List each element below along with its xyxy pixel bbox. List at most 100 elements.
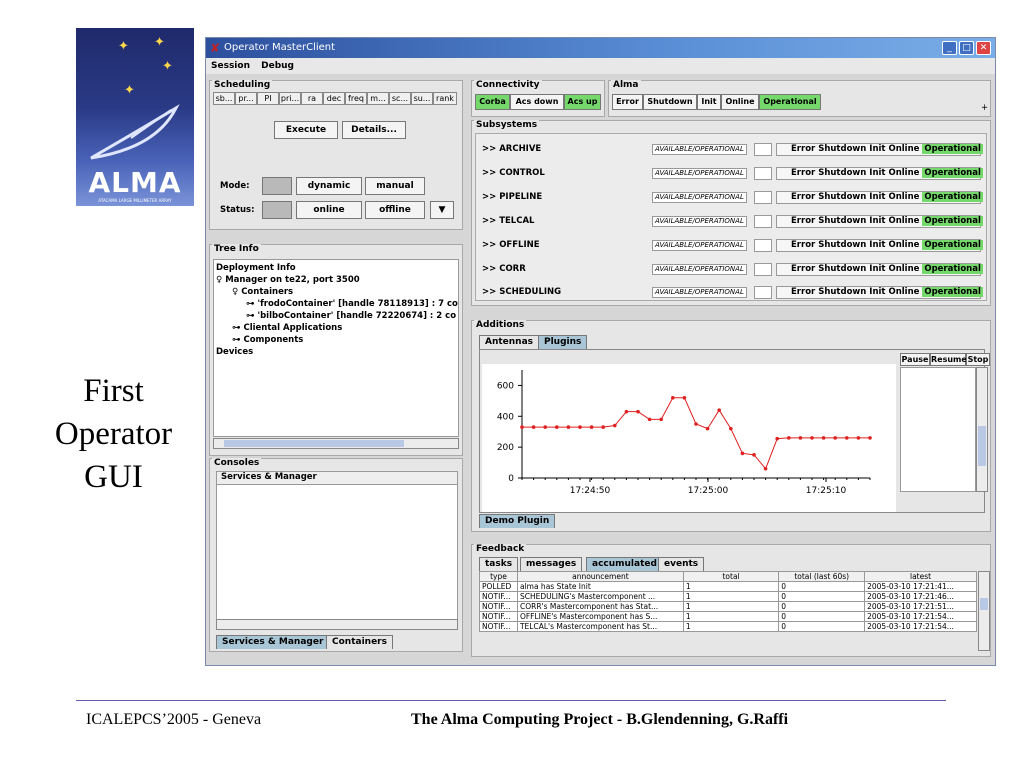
col-header[interactable]: m... [367,92,389,105]
col-header[interactable]: sc... [389,92,411,105]
tree-node[interactable]: ⊶ Components [232,335,303,346]
subsystem-controls[interactable]: Error Shutdown Init Online Operational [776,286,983,299]
table-row[interactable]: NOTIF... SCHEDULING's Mastercomponent ...… [479,591,977,602]
col-header[interactable]: freq [345,92,367,105]
subsystem-row: >> CORR AVAILABLE/OPERATIONAL Error Shut… [476,262,986,278]
online-button[interactable]: online [296,201,362,219]
close-button[interactable]: ✕ [976,41,991,55]
subsystem-name: >> ARCHIVE [482,144,542,154]
scheduling-panel: Scheduling sb... pr... PI pri... ra dec … [209,80,463,230]
execute-button[interactable]: Execute [274,121,338,139]
vertical-scrollbar[interactable] [978,571,990,651]
alma-shutdown-button[interactable]: Shutdown [643,94,697,110]
tab-events[interactable]: events [658,557,705,571]
col-header[interactable]: ra [301,92,323,105]
node-icon: ⊶ [246,311,258,321]
title-bar[interactable]: ✘ Operator MasterClient _ □ ✕ [206,38,995,58]
col-header[interactable]: total [682,571,780,582]
alma-online-button[interactable]: Online [721,94,759,110]
tree-node[interactable]: ♀ Manager on te22, port 3500 [216,275,360,286]
alma-operational-button[interactable]: Operational [759,94,821,110]
col-header[interactable]: announcement [516,571,684,582]
footer-right: The Alma Computing Project - B.Glendenni… [411,711,789,728]
tree-node[interactable]: Devices [216,347,253,358]
acs-up-indicator: Acs up [564,94,601,110]
tree-node[interactable]: ⊶ 'bilboContainer' [handle 72220674] : 2… [246,311,456,322]
tab-services-manager[interactable]: Services & Manager [216,635,330,649]
col-header[interactable]: type [479,571,518,582]
window-title: Operator MasterClient [224,42,336,53]
subsystem-controls[interactable]: Error Shutdown Init Online Operational [776,215,983,228]
alma-error-button[interactable]: Error [612,94,643,110]
stop-button[interactable]: Stop [966,353,990,366]
subsystem-controls[interactable]: Error Shutdown Init Online Operational [776,263,983,276]
col-header[interactable]: pr... [235,92,257,105]
tree-node[interactable]: ⊶ Cliental Applications [232,323,342,334]
col-header[interactable]: pri... [279,92,301,105]
col-header[interactable]: rank [433,92,457,105]
dynamic-button[interactable]: dynamic [296,177,362,195]
col-header[interactable]: total (last 60s) [778,571,866,582]
table-row[interactable]: POLLED alma has State Init 1 0 2005-03-10 17… [479,581,977,592]
tree-node[interactable]: ⊶ 'frodoContainer' [handle 78118913] : 7… [246,299,458,310]
tree-node[interactable]: ♀ Containers [232,287,293,298]
horizontal-scrollbar[interactable] [213,438,459,449]
subsystem-controls[interactable]: Error Shutdown Init Online Operational [776,191,983,204]
horizontal-scrollbar[interactable] [216,619,458,630]
data-point [775,436,779,441]
resume-button[interactable]: Resume [930,353,967,366]
scroll-thumb[interactable] [980,598,988,610]
col-header[interactable]: latest [864,571,977,582]
subsystem-controls[interactable]: Error Shutdown Init Online Operational [776,239,983,252]
tab-demo-plugin[interactable]: Demo Plugin [479,514,556,528]
col-header[interactable]: su... [411,92,433,105]
col-header[interactable]: dec [323,92,345,105]
footer-divider [76,700,946,701]
subsystem-state: AVAILABLE/OPERATIONAL [652,144,747,155]
subsystem-controls[interactable]: Error Shutdown Init Online Operational [776,143,983,156]
tab-plugins[interactable]: Plugins [538,335,588,349]
menu-debug[interactable]: Debug [261,61,294,71]
alma-init-button[interactable]: Init [697,94,721,110]
tab-accumulated[interactable]: accumulated [586,557,663,571]
offline-button[interactable]: offline [365,201,425,219]
table-row[interactable]: NOTIF... TELCAL's Mastercomponent has St.… [479,621,977,632]
subsystem-state: AVAILABLE/OPERATIONAL [652,240,747,251]
subsystem-row: >> OFFLINE AVAILABLE/OPERATIONAL Error S… [476,238,986,254]
app-icon: ✘ [210,41,221,55]
state-box [754,215,772,228]
table-row[interactable]: NOTIF... OFFLINE's Mastercomponent has S.… [479,611,977,622]
data-point [787,436,791,440]
pause-button[interactable]: Pause [900,353,930,366]
plus-icon[interactable]: + [981,103,988,114]
data-point [833,436,837,440]
data-point [555,425,559,429]
tab-tasks[interactable]: tasks [479,557,519,571]
dropdown-button[interactable]: ▼ [430,201,454,219]
scroll-thumb[interactable] [978,426,986,466]
scroll-thumb[interactable] [224,440,404,447]
logo-text: ALMA [88,166,182,199]
subsystem-list: >> ARCHIVE AVAILABLE/OPERATIONAL Error S… [475,133,987,301]
subsystem-name: >> CONTROL [482,168,545,178]
subsystem-controls[interactable]: Error Shutdown Init Online Operational [776,167,983,180]
col-header[interactable]: sb... [213,92,235,105]
data-point [520,425,524,429]
subsystem-name: >> TELCAL [482,216,535,226]
subsystem-name: >> CORR [482,264,526,274]
vertical-scrollbar[interactable] [976,367,988,492]
col-header[interactable]: PI [257,92,279,105]
tab-messages[interactable]: messages [520,557,583,571]
tab-antennas[interactable]: Antennas [479,335,540,349]
details-button[interactable]: Details... [342,121,406,139]
x-tick-label: 17:25:10 [806,486,847,496]
maximize-button[interactable]: □ [959,41,974,55]
menu-session[interactable]: Session [211,61,250,71]
manual-button[interactable]: manual [365,177,425,195]
minimize-button[interactable]: _ [942,41,957,55]
tree-node[interactable]: Deployment Info [216,263,296,274]
table-row[interactable]: NOTIF... CORR's Mastercomponent has Stat.… [479,601,977,612]
node-icon: ♀ [232,287,242,297]
data-point [531,425,536,429]
tab-containers[interactable]: Containers [326,635,393,649]
